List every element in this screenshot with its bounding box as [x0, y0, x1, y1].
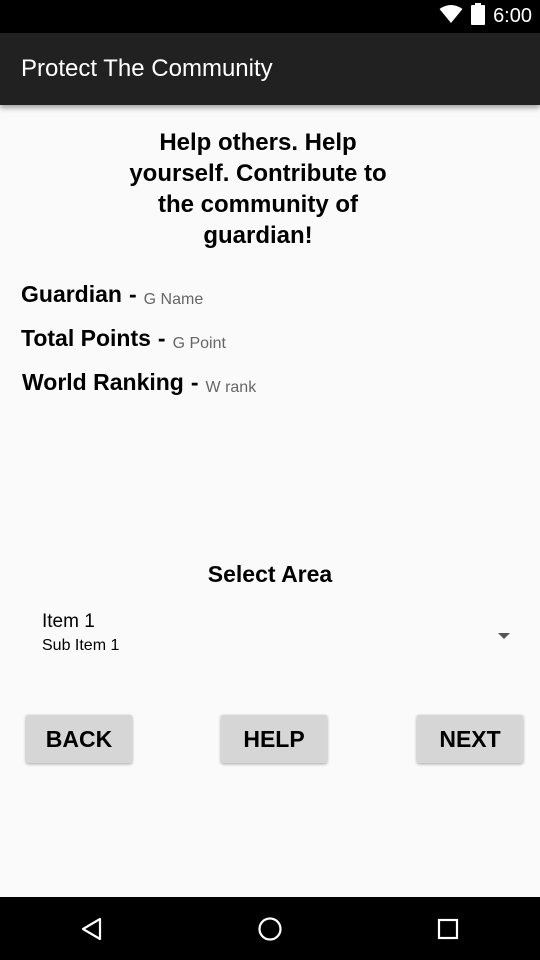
total-points-value: G Point — [172, 335, 226, 352]
main-content: Help others. Help yourself. Contribute t… — [0, 105, 540, 897]
next-button[interactable]: NEXT — [417, 715, 523, 763]
separator-dash: - — [190, 369, 199, 395]
tagline: Help others. Help yourself. Contribute t… — [129, 129, 387, 249]
separator-dash: - — [157, 325, 166, 351]
dropdown-arrow-icon — [498, 633, 510, 639]
screen: 6:00 Protect The Community Help others. … — [0, 0, 540, 960]
total-points-label: Total Points — [21, 325, 151, 351]
area-spinner[interactable]: Item 1 Sub Item 1 — [22, 607, 522, 667]
back-button[interactable]: BACK — [26, 715, 132, 763]
wifi-icon — [439, 4, 463, 29]
world-ranking-label: World Ranking — [22, 369, 184, 395]
status-time: 6:00 — [493, 5, 532, 27]
guardian-label: Guardian — [21, 281, 122, 307]
nav-recents-icon[interactable] — [418, 897, 478, 960]
spinner-item: Item 1 — [42, 611, 95, 632]
separator-dash: - — [128, 281, 137, 307]
status-bar: 6:00 — [0, 0, 540, 33]
world-ranking-value: W rank — [205, 379, 257, 396]
app-title: Protect The Community — [21, 55, 273, 82]
nav-back-icon[interactable] — [62, 897, 122, 960]
status-icons: 6:00 — [439, 0, 532, 33]
world-ranking-row: World Ranking - W rank — [22, 369, 256, 396]
total-points-row: Total Points - G Point — [21, 325, 226, 352]
help-button[interactable]: HELP — [221, 715, 327, 763]
select-area-title: Select Area — [207, 561, 333, 587]
guardian-row: Guardian - G Name — [21, 281, 203, 308]
nav-home-icon[interactable] — [240, 897, 300, 960]
guardian-value: G Name — [143, 291, 204, 308]
spinner-sub-item: Sub Item 1 — [42, 637, 120, 654]
battery-icon — [471, 3, 486, 30]
nav-bar — [0, 897, 540, 960]
app-bar: Protect The Community — [0, 33, 540, 105]
